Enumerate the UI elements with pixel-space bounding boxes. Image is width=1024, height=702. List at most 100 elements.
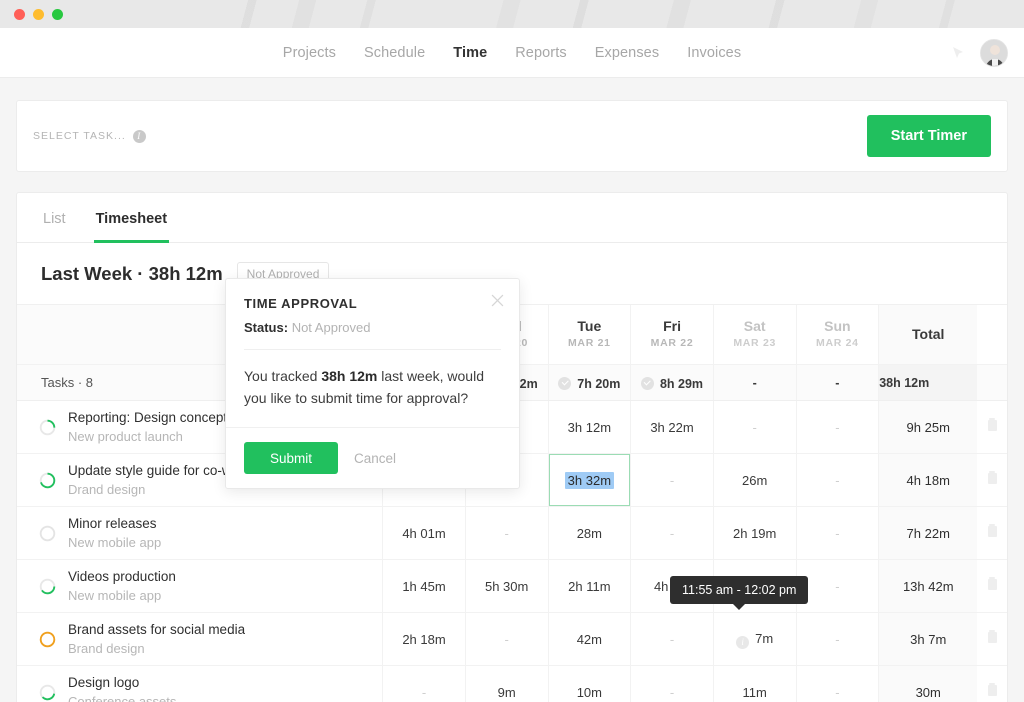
row-total-4: 3h 7m <box>879 613 978 666</box>
time-cell-3-5[interactable]: - <box>796 560 879 613</box>
time-cell-5-0[interactable]: - <box>383 666 466 702</box>
week-title: Last Week · 38h 12m <box>41 263 223 285</box>
row-total-5: 30m <box>879 666 978 702</box>
info-icon[interactable]: i <box>133 130 146 143</box>
time-cell-3-0[interactable]: 1h 45m <box>383 560 466 613</box>
delete-row-1[interactable] <box>977 454 1007 507</box>
time-cell-0-3[interactable]: 3h 22m <box>631 401 714 454</box>
table-row: Minor releases New mobile app 4h 01m - 2… <box>17 507 1007 560</box>
avatar[interactable] <box>980 39 1008 67</box>
nav-item-projects[interactable]: Projects <box>283 45 336 61</box>
time-cell-4-0[interactable]: 2h 18m <box>383 613 466 666</box>
task-cell-2[interactable]: Minor releases New mobile app <box>17 507 383 560</box>
header-day-2[interactable]: Tue MAR 21 <box>548 305 631 365</box>
time-cell-0-5[interactable]: - <box>796 401 879 454</box>
time-cell-2-0[interactable]: 4h 01m <box>383 507 466 560</box>
nav-item-expenses[interactable]: Expenses <box>595 45 659 61</box>
totals-actions-cell <box>977 365 1007 401</box>
task-cell-5[interactable]: Design logo Conference assets <box>17 666 383 702</box>
cancel-button[interactable]: Cancel <box>354 451 396 466</box>
time-cell-0-4[interactable]: - <box>713 401 796 454</box>
tab-timesheet[interactable]: Timesheet <box>94 193 169 242</box>
task-project: New mobile app <box>68 533 161 552</box>
delete-row-5[interactable] <box>977 666 1007 702</box>
start-timer-button[interactable]: Start Timer <box>867 115 991 157</box>
trash-icon[interactable] <box>988 632 997 643</box>
task-name: Design logo <box>68 673 176 692</box>
close-icon[interactable] <box>491 294 504 307</box>
progress-ring-icon <box>39 578 56 595</box>
time-cell-4-5[interactable]: - <box>796 613 879 666</box>
popup-status-label: Status: <box>244 320 288 335</box>
minimize-window-button[interactable] <box>33 9 44 20</box>
trash-icon[interactable] <box>988 579 997 590</box>
header-day-3-date: MAR 22 <box>631 335 713 351</box>
popup-message-hours: 38h 12m <box>321 368 377 384</box>
close-window-button[interactable] <box>14 9 25 20</box>
header-day-3-weekday: Fri <box>631 317 713 335</box>
trash-icon[interactable] <box>988 526 997 537</box>
time-cell-1-3[interactable]: - <box>631 454 714 507</box>
time-cell-1-4[interactable]: 26m <box>713 454 796 507</box>
time-cell-0-2[interactable]: 3h 12m <box>548 401 631 454</box>
time-cell-1-5[interactable]: - <box>796 454 879 507</box>
header-actions-column <box>977 305 1007 365</box>
task-project: Conference assets <box>68 692 176 702</box>
time-cell-5-1[interactable]: 9m <box>465 666 548 702</box>
approved-check-icon <box>558 377 571 390</box>
time-cell-4-1[interactable]: - <box>465 613 548 666</box>
time-cell-4-4[interactable]: i7m <box>713 613 796 666</box>
time-cell-4-3[interactable]: - <box>631 613 714 666</box>
entry-info-icon[interactable]: i <box>736 636 749 649</box>
trash-icon[interactable] <box>988 473 997 484</box>
delete-row-2[interactable] <box>977 507 1007 560</box>
progress-ring-icon <box>39 472 56 489</box>
nav-right-tools <box>950 28 1008 77</box>
time-cell-2-2[interactable]: 28m <box>548 507 631 560</box>
header-total-column: Total <box>879 305 978 365</box>
task-project: Brand design <box>68 639 245 658</box>
select-task-label: SELECT TASK... <box>33 130 126 142</box>
header-day-4[interactable]: Sat MAR 23 <box>713 305 796 365</box>
time-cell-2-4[interactable]: 2h 19m <box>713 507 796 560</box>
nav-item-reports[interactable]: Reports <box>515 45 566 61</box>
header-day-3[interactable]: Fri MAR 22 <box>631 305 714 365</box>
flag-icon[interactable] <box>950 45 966 61</box>
progress-ring-icon <box>39 525 56 542</box>
panel-tabs: List Timesheet <box>17 193 1007 243</box>
week-total-value: 38h 12m <box>879 365 978 401</box>
header-day-5[interactable]: Sun MAR 24 <box>796 305 879 365</box>
nav-item-schedule[interactable]: Schedule <box>364 45 425 61</box>
task-name: Minor releases <box>68 514 161 533</box>
task-cell-4[interactable]: Brand assets for social media Brand desi… <box>17 613 383 666</box>
popup-message: You tracked 38h 12m last week, would you… <box>226 350 519 428</box>
time-entry-tooltip: 11:55 am - 12:02 pm <box>670 576 808 604</box>
maximize-window-button[interactable] <box>52 9 63 20</box>
nav-item-invoices[interactable]: Invoices <box>687 45 741 61</box>
time-cell-2-5[interactable]: - <box>796 507 879 560</box>
header-day-2-weekday: Tue <box>549 317 631 335</box>
header-day-5-weekday: Sun <box>797 317 879 335</box>
time-cell-2-3[interactable]: - <box>631 507 714 560</box>
time-cell-5-4[interactable]: 11m <box>713 666 796 702</box>
trash-icon[interactable] <box>988 420 997 431</box>
tab-list[interactable]: List <box>41 193 68 242</box>
time-cell-1-2[interactable]: 3h 32m <box>548 454 631 507</box>
selected-cell-value: 3h 32m <box>565 472 614 489</box>
nav-item-time[interactable]: Time <box>453 45 487 61</box>
time-cell-5-5[interactable]: - <box>796 666 879 702</box>
submit-button[interactable]: Submit <box>244 442 338 474</box>
delete-row-3[interactable] <box>977 560 1007 613</box>
time-cell-5-3[interactable]: - <box>631 666 714 702</box>
trash-icon[interactable] <box>988 685 997 696</box>
time-cell-3-1[interactable]: 5h 30m <box>465 560 548 613</box>
time-cell-5-2[interactable]: 10m <box>548 666 631 702</box>
delete-row-4[interactable] <box>977 613 1007 666</box>
select-task-field[interactable]: SELECT TASK... i <box>33 130 146 143</box>
delete-row-0[interactable] <box>977 401 1007 454</box>
top-navigation: Projects Schedule Time Reports Expenses … <box>0 28 1024 78</box>
time-cell-4-2[interactable]: 42m <box>548 613 631 666</box>
time-cell-2-1[interactable]: - <box>465 507 548 560</box>
time-cell-3-2[interactable]: 2h 11m <box>548 560 631 613</box>
task-cell-3[interactable]: Videos production New mobile app <box>17 560 383 613</box>
